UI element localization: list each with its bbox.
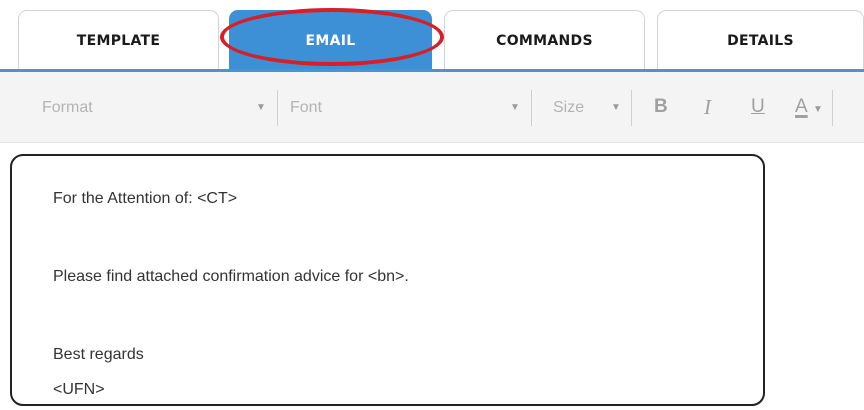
email-body-line: Please find attached confirmation advice… [53, 268, 409, 285]
toolbar-separator [631, 90, 632, 126]
toolbar-separator [277, 90, 278, 126]
toolbar-separator [832, 90, 833, 126]
email-body-line: For the Attention of: <CT> [53, 190, 238, 207]
email-body-line: Best regards [53, 346, 144, 363]
email-body-editor[interactable]: For the Attention of: <CT> Please find a… [10, 154, 765, 406]
italic-button[interactable]: I [704, 94, 711, 120]
font-chevron-down-icon[interactable]: ▼ [510, 96, 520, 120]
tab-email[interactable]: EMAIL [229, 10, 432, 70]
format-dropdown[interactable]: Format [42, 96, 93, 120]
text-color-button[interactable]: A [795, 94, 808, 120]
tab-bar: TEMPLATE EMAIL COMMANDS DETAILS [0, 0, 864, 74]
size-chevron-down-icon[interactable]: ▼ [611, 96, 621, 120]
email-body-line: <UFN> [53, 381, 105, 398]
bold-button[interactable]: B [654, 94, 668, 120]
text-color-chevron-down-icon[interactable]: ▼ [813, 98, 823, 122]
toolbar-separator [531, 90, 532, 126]
tab-details[interactable]: DETAILS [657, 10, 864, 70]
format-chevron-down-icon[interactable]: ▼ [256, 96, 266, 120]
size-dropdown[interactable]: Size [553, 96, 584, 120]
tab-commands[interactable]: COMMANDS [444, 10, 645, 70]
editor-toolbar: Format ▼ Font ▼ Size ▼ B I U A ▼ [0, 72, 864, 143]
font-dropdown[interactable]: Font [290, 96, 322, 120]
tab-template[interactable]: TEMPLATE [18, 10, 219, 70]
underline-button[interactable]: U [751, 94, 765, 120]
